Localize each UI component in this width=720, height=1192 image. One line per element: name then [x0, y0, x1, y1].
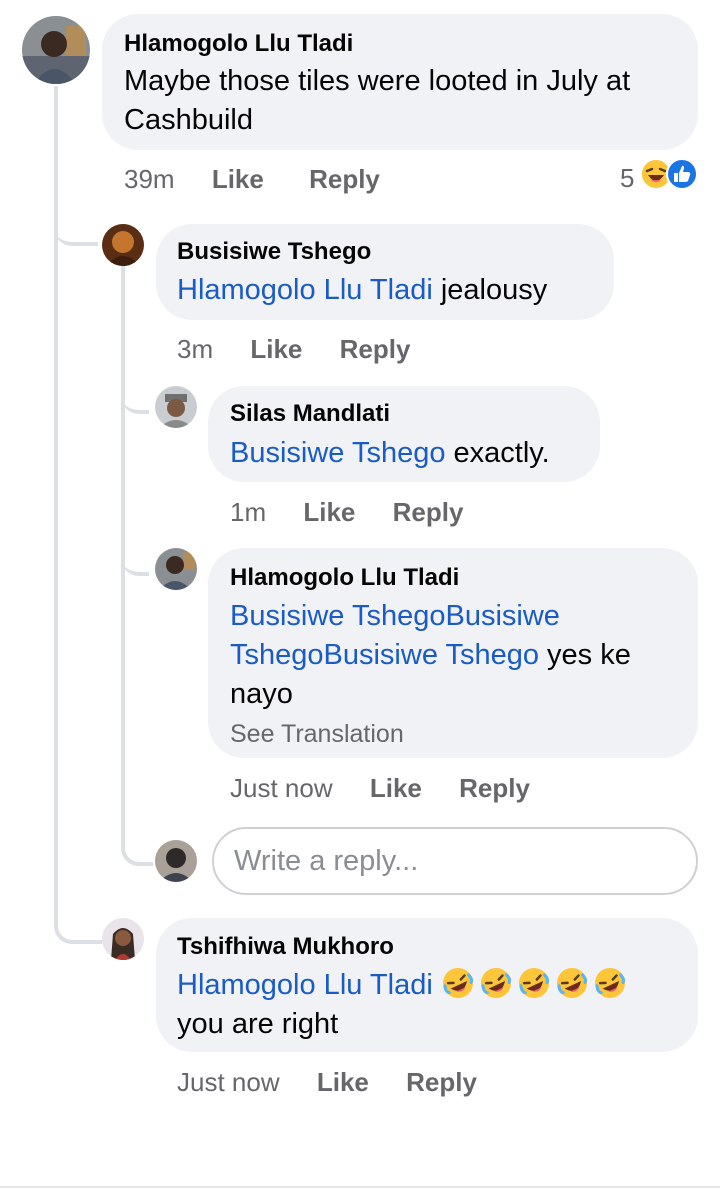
mention-link[interactable]: Hlamogolo Llu Tladi — [177, 969, 433, 1001]
thread-elbow-busisiwe — [54, 200, 98, 246]
reply-button[interactable]: Reply — [309, 164, 380, 194]
thread-elbow-reply-box — [121, 820, 153, 866]
see-translation-link[interactable]: See Translation — [230, 720, 404, 749]
comment-text-line-2: you are right — [177, 1008, 339, 1040]
rolling-laughing-emoji-icon — [593, 966, 627, 1000]
reply-button[interactable]: Reply — [406, 1067, 477, 1097]
comment-text-line-1: Hlamogolo Llu Tladi — [177, 966, 631, 1005]
thread-elbow-tshifhiwa — [54, 898, 102, 944]
comment-author[interactable]: Tshifhiwa Mukhoro — [177, 933, 394, 961]
comment-time[interactable]: 3m — [177, 334, 213, 364]
comment-meta: 3m Like Reply — [177, 334, 410, 365]
like-button[interactable]: Like — [370, 773, 422, 803]
mention-link[interactable]: Busisiwe TshegoBusisiwe — [230, 597, 560, 636]
comment-meta: 1m Like Reply — [230, 497, 463, 528]
reaction-count[interactable]: 5 — [620, 163, 634, 194]
reply-button[interactable]: Reply — [459, 773, 530, 803]
comment-time[interactable]: Just now — [177, 1067, 280, 1097]
comment-text-line-2: Cashbuild — [124, 104, 253, 136]
comment-author[interactable]: Silas Mandlati — [230, 400, 390, 428]
thread-elbow-silas — [121, 370, 149, 414]
comment-time[interactable]: 39m — [124, 164, 175, 194]
reply-button[interactable]: Reply — [340, 334, 411, 364]
comment-text-line-1: Maybe those tiles were looted in July at — [124, 65, 631, 97]
comment-text-body: exactly. — [445, 437, 550, 469]
thread-elbow-hlamogolo-reply — [121, 532, 149, 576]
like-icon[interactable] — [666, 158, 698, 190]
avatar[interactable] — [155, 840, 197, 882]
reply-input-field[interactable] — [212, 827, 698, 895]
comment-meta: Just now Like Reply — [177, 1067, 477, 1098]
like-button[interactable]: Like — [317, 1067, 369, 1097]
like-button[interactable]: Like — [303, 497, 355, 527]
mention-link[interactable]: Hlamogolo Llu Tladi — [177, 274, 433, 306]
like-button[interactable]: Like — [250, 334, 302, 364]
comment-text: Busisiwe Tshego exactly. — [230, 434, 550, 473]
mention-link[interactable]: Busisiwe Tshego — [230, 437, 445, 469]
rolling-laughing-emoji-icon — [479, 966, 513, 1000]
reply-input[interactable] — [214, 829, 696, 893]
comment-meta: Just now Like Reply — [230, 773, 530, 804]
avatar[interactable] — [102, 918, 144, 960]
rolling-laughing-emoji-icon — [555, 966, 589, 1000]
comment-text-body: jealousy — [432, 274, 548, 306]
comment-time[interactable]: Just now — [230, 773, 333, 803]
comment-text-line-2: TshegoBusisiwe Tshego yes ke — [230, 636, 631, 675]
rolling-laughing-emoji-icon — [517, 966, 551, 1000]
rolling-laughing-emoji-icon — [441, 966, 475, 1000]
mention-link[interactable]: TshegoBusisiwe Tshego — [230, 639, 539, 671]
avatar[interactable] — [155, 548, 197, 590]
like-button[interactable]: Like — [212, 164, 264, 194]
emoji-row — [441, 966, 631, 1001]
comment-text-line-3: nayo — [230, 678, 293, 710]
comment-text: Hlamogolo Llu Tladi jealousy — [177, 271, 547, 310]
reply-button[interactable]: Reply — [393, 497, 464, 527]
comment-time[interactable]: 1m — [230, 497, 266, 527]
avatar[interactable] — [155, 386, 197, 428]
comment-text-body: yes ke — [539, 639, 631, 671]
comment-author[interactable]: Hlamogolo Llu Tladi — [124, 30, 353, 58]
avatar[interactable] — [22, 16, 90, 84]
bottom-divider — [0, 1186, 720, 1188]
avatar[interactable] — [102, 224, 144, 266]
comment-author[interactable]: Busisiwe Tshego — [177, 238, 371, 266]
comment-meta: 39m Like Reply — [124, 164, 380, 195]
comment-author[interactable]: Hlamogolo Llu Tladi — [230, 564, 459, 592]
